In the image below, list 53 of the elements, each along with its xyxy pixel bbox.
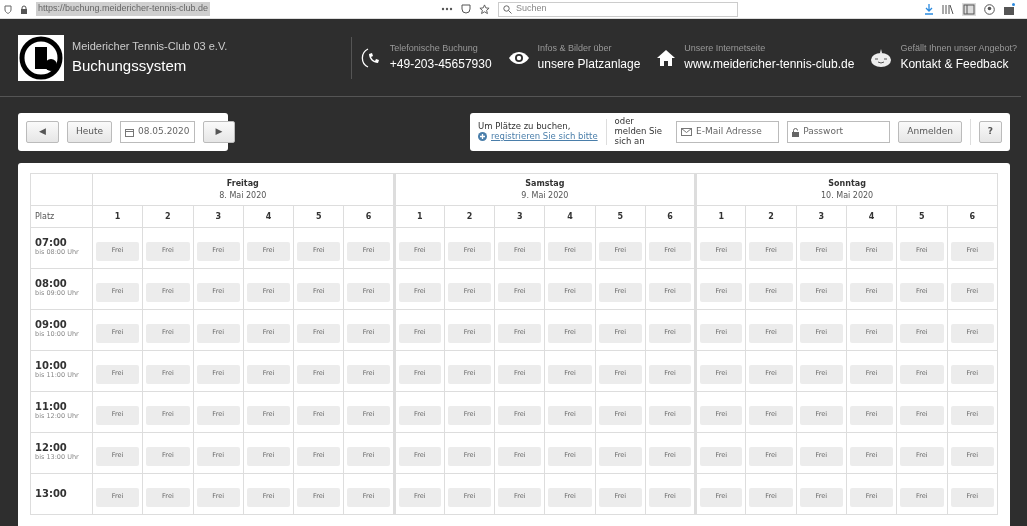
- day-date: 10. Mai 2020: [820, 189, 875, 202]
- day-name: Samstag: [524, 177, 566, 190]
- info-label: Unsere Internetseite: [684, 41, 767, 55]
- day-name: Freitag: [225, 177, 260, 190]
- court-number: 5: [293, 205, 344, 228]
- info-link[interactable]: +49-203-45657930: [389, 55, 492, 74]
- help-button[interactable]: ?: [978, 121, 1002, 143]
- login-prompt: oder melden Sie sich an: [614, 117, 664, 147]
- day-name: Sonntag: [827, 177, 867, 190]
- date-field[interactable]: 08.05.2020: [120, 121, 195, 143]
- register-prompt: Um Plätze zu buchen,: [478, 122, 572, 132]
- time-label: 09:00: [35, 320, 68, 331]
- next-button[interactable]: ▶: [202, 121, 236, 143]
- court-number: 1: [92, 205, 143, 228]
- court-number: 2: [444, 205, 495, 228]
- info-link[interactable]: unsere Platzanlage: [537, 55, 641, 74]
- column-label: Platz: [30, 205, 93, 228]
- info-link[interactable]: Kontakt & Feedback: [900, 55, 1017, 74]
- court-number: 3: [494, 205, 545, 228]
- time-label: 12:00: [35, 443, 68, 454]
- court-number: 1: [695, 205, 746, 228]
- email-field[interactable]: E-Mail Adresse: [676, 121, 780, 143]
- info-label: Gefällt Ihnen unser Angebot?: [900, 41, 1017, 55]
- today-button[interactable]: Heute: [66, 121, 112, 143]
- time-label: 08:00: [35, 279, 68, 290]
- register-link[interactable]: registrieren Sie sich bitte: [491, 132, 598, 142]
- court-number: 2: [745, 205, 797, 228]
- login-button[interactable]: Anmelden: [898, 121, 962, 143]
- court-number: 4: [544, 205, 596, 228]
- court-number: 4: [846, 205, 897, 228]
- time-label: 13:00: [35, 489, 68, 499]
- club-name: Meidericher Tennis-Club 03 e.V.: [72, 39, 228, 54]
- court-number: 6: [947, 205, 998, 228]
- day-date: 9. Mai 2020: [520, 189, 570, 202]
- court-number: 5: [896, 205, 947, 228]
- time-label: 10:00: [35, 361, 68, 372]
- app-title: Buchungssystem: [72, 55, 188, 76]
- court-number: 1: [394, 205, 445, 228]
- court-number: 2: [142, 205, 194, 228]
- address-bar-url[interactable]: https://buchung.meidericher-tennis-club.de: [36, 2, 211, 16]
- info-label: Infos & Bilder über: [537, 41, 613, 55]
- court-number: 4: [243, 205, 294, 228]
- previous-button[interactable]: ◀: [26, 121, 59, 143]
- time-label: 11:00: [35, 402, 68, 413]
- court-number: 3: [796, 205, 847, 228]
- password-field[interactable]: Passwort: [787, 121, 891, 143]
- time-label: 07:00: [35, 238, 68, 249]
- info-label: Telefonische Buchung: [389, 41, 479, 55]
- info-link[interactable]: www.meidericher-tennis-club.de: [684, 55, 855, 74]
- court-number: 5: [595, 205, 646, 228]
- day-date: 8. Mai 2020: [218, 189, 268, 202]
- search-field[interactable]: Suchen: [498, 1, 738, 17]
- court-number: 3: [193, 205, 244, 228]
